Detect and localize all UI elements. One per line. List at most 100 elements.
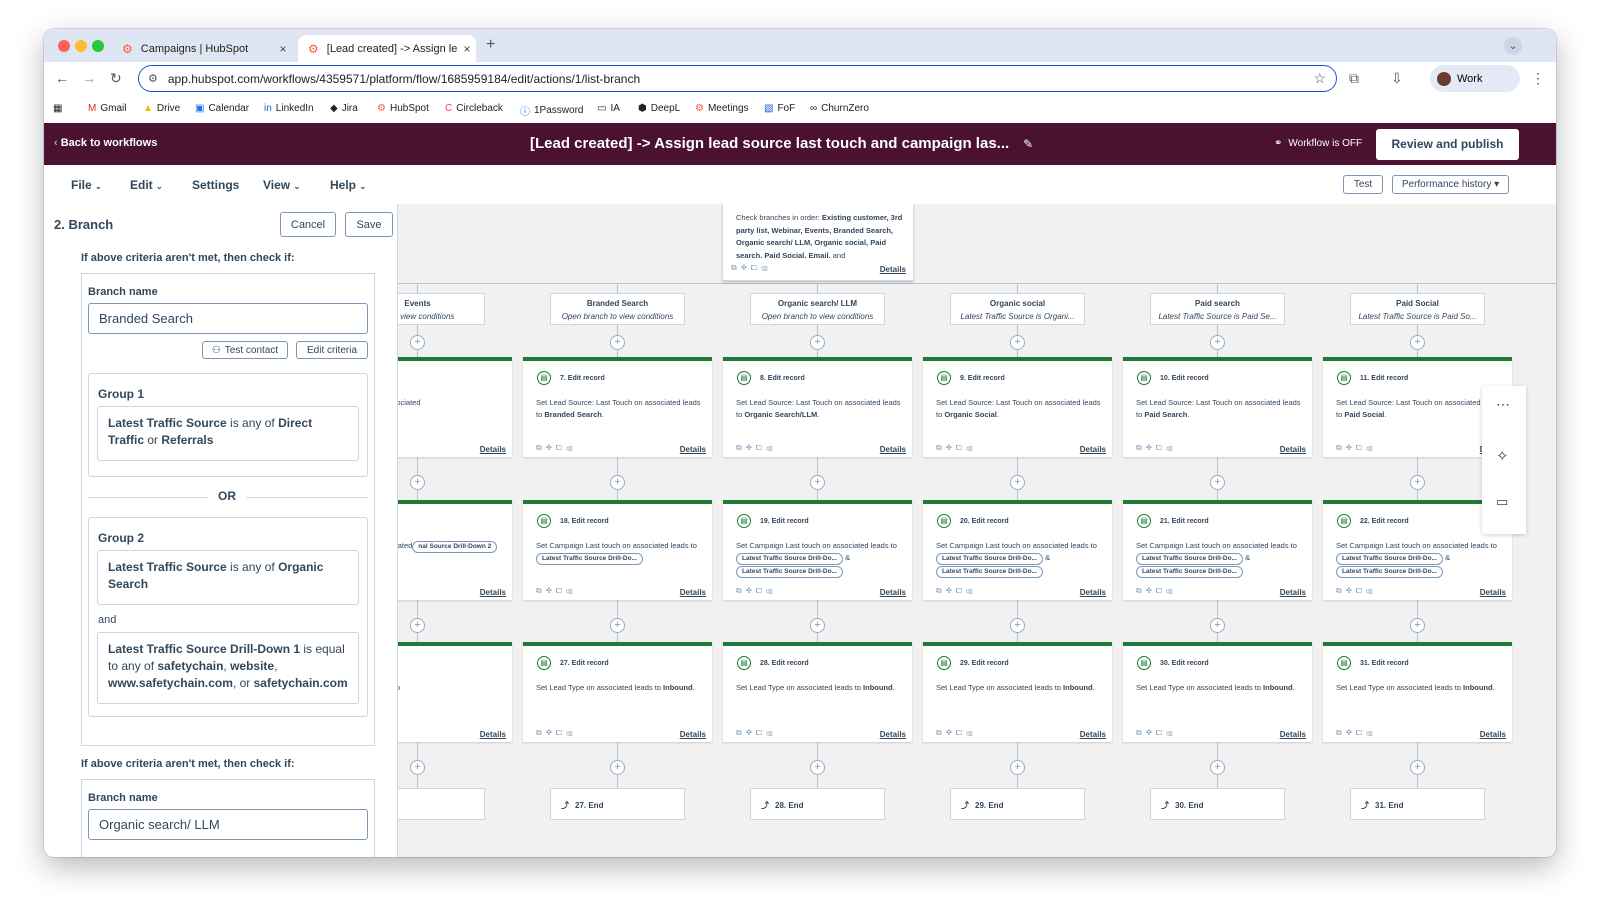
edit-record-action[interactable]: ▤ 21. Edit record Set Campaign Last touc… [1123,500,1312,600]
node-actions[interactable]: ⧉✥⧠⌫ [731,263,771,273]
details-link[interactable]: Details [880,445,906,454]
workflow-canvas[interactable]: Check branches in order: Existing custom… [397,204,1556,857]
action-toolbar[interactable]: ⧉✥⧠⌫ [936,443,976,453]
edit-record-action[interactable]: ▤ rd Last Touch on associated ⧉✥⧠⌫ Detai… [397,357,512,457]
edit-record-action[interactable]: ▤ 8. Edit record Set Lead Source: Last T… [723,357,912,457]
edit-record-action[interactable]: ▤ 20. Edit record Set Campaign Last touc… [923,500,1112,600]
add-action-button[interactable]: + [610,475,625,490]
action-toolbar[interactable]: ⧉✥⧠⌫ [936,586,976,596]
details-link[interactable]: Details [680,588,706,597]
add-action-button[interactable]: + [1010,760,1025,775]
performance-history-button[interactable]: Performance history ▾ [1392,175,1509,194]
bookmark-hubspot[interactable]: ⚙ HubSpot [377,103,429,114]
filter-condition[interactable]: Latest Traffic Source Drill-Down 1 is eq… [97,632,359,704]
branch-header[interactable]: Organic search/ LLM Open branch to view … [750,293,885,325]
action-toolbar[interactable]: ⧉✥⧠⌫ [736,728,776,738]
bookmark-deepl[interactable]: ⬢ DeepL [638,103,680,114]
browser-tab-active[interactable]: ⚙ [Lead created] -> Assign lead × [298,35,476,62]
details-link[interactable]: Details [480,730,506,739]
end-node[interactable]: ⤴ 28. End [750,788,885,820]
branch-header[interactable]: Paid Social Latest Traffic Source is Pai… [1350,293,1485,325]
ai-sparkle-icon[interactable]: ✧ [1496,447,1509,465]
action-toolbar[interactable]: ⧉✥⧠⌫ [736,586,776,596]
bookmark-1password[interactable]: ⓘ 1Password [520,103,583,118]
bookmark-churnzero[interactable]: ∞ ChurnZero [810,103,869,114]
add-action-button[interactable]: + [1410,618,1425,633]
add-action-button[interactable]: + [410,618,425,633]
settings-menu[interactable]: Settings [192,178,239,192]
branch-header[interactable]: Paid search Latest Traffic Source is Pai… [1150,293,1285,325]
details-link[interactable]: Details [480,445,506,454]
branch-node[interactable]: Check branches in order: Existing custom… [723,204,913,281]
add-action-button[interactable]: + [1410,475,1425,490]
address-bar[interactable]: ⚙ app.hubspot.com/workflows/4359571/plat… [138,65,1337,92]
branch-header[interactable]: Events ch to view conditions [397,293,485,325]
bookmark-star-icon[interactable]: ☆ [1313,70,1326,87]
bookmark-fof[interactable]: ▧ FoF [764,103,795,114]
bookmark-calendar[interactable]: ▣ Calendar [195,103,249,114]
add-action-button[interactable]: + [610,618,625,633]
action-toolbar[interactable]: ⧉✥⧠⌫ [1336,586,1376,596]
details-link[interactable]: Details [1280,445,1306,454]
apps-icon[interactable]: ▦ [53,103,62,114]
filter-condition[interactable]: Latest Traffic Source is any of Direct T… [97,406,359,461]
action-toolbar[interactable]: ⧉✥⧠⌫ [1336,443,1376,453]
edit-record-action[interactable]: ▤ 30. Edit record Set Lead Type on assoc… [1123,642,1312,742]
file-menu[interactable]: File ⌄ [71,178,102,192]
add-action-button[interactable]: + [810,335,825,350]
bookmark-linkedin[interactable]: in LinkedIn [264,103,314,114]
filter-condition[interactable]: Latest Traffic Source is any of Organic … [97,550,359,605]
test-button[interactable]: Test [1343,175,1383,194]
site-settings-icon[interactable]: ⚙ [148,72,158,85]
review-and-publish-button[interactable]: Review and publish [1376,129,1519,160]
edit-record-action[interactable]: ▤ 31. Edit record Set Lead Type on assoc… [1323,642,1512,742]
end-node[interactable]: ⤴ 31. End [1350,788,1485,820]
tab-search-icon[interactable]: ⌄ [1504,37,1522,55]
branch-header[interactable]: Branded Search Open branch to view condi… [550,293,685,325]
new-tab-icon[interactable]: + [486,36,495,54]
pencil-icon[interactable]: ✎ [1023,137,1033,151]
minimize-window-button[interactable] [75,40,87,52]
end-node[interactable]: ⤴ 27. End [550,788,685,820]
branch-header[interactable]: Organic social Latest Traffic Source is … [950,293,1085,325]
edit-record-action[interactable]: ▤ 28. Edit record Set Lead Type on assoc… [723,642,912,742]
edit-criteria-button[interactable]: Edit criteria [296,341,368,359]
bookmark-meetings[interactable]: ⚙ Meetings [695,103,749,114]
details-link[interactable]: Details [880,265,906,274]
action-toolbar[interactable]: ⧉✥⧠⌫ [1336,728,1376,738]
edit-record-action[interactable]: ▤ 19. Edit record Set Campaign Last touc… [723,500,912,600]
comments-icon[interactable]: ▭ [1496,494,1508,510]
edit-record-action[interactable]: ▤ 9. Edit record Set Lead Source: Last T… [923,357,1112,457]
downloads-icon[interactable]: ⇩ [1391,70,1403,87]
bookmark-gmail[interactable]: M Gmail [88,103,126,114]
action-toolbar[interactable]: ⧉✥⧠⌫ [536,586,576,596]
branch-name-input[interactable]: Organic search/ LLM [88,809,368,840]
add-action-button[interactable]: + [1410,760,1425,775]
action-toolbar[interactable]: ⧉✥⧠⌫ [1136,443,1176,453]
details-link[interactable]: Details [880,588,906,597]
save-button[interactable]: Save [345,212,393,237]
add-action-button[interactable]: + [810,618,825,633]
bookmark-drive[interactable]: ▲ Drive [143,103,180,114]
details-link[interactable]: Details [1480,588,1506,597]
browser-tab[interactable]: ⚙ Campaigns | HubSpot × [112,35,292,62]
zoom-window-button[interactable] [92,40,104,52]
add-action-button[interactable]: + [810,760,825,775]
close-window-button[interactable] [58,40,70,52]
edit-record-action[interactable]: ▤ 29. Edit record Set Lead Type on assoc… [923,642,1112,742]
edit-record-action[interactable]: ▤ 27. Edit record Set Lead Type on assoc… [523,642,712,742]
reload-icon[interactable]: ↻ [110,70,122,87]
add-action-button[interactable]: + [1010,618,1025,633]
view-menu[interactable]: View ⌄ [263,178,300,192]
add-action-button[interactable]: + [410,335,425,350]
add-action-button[interactable]: + [410,760,425,775]
more-icon[interactable]: ⋯ [1496,396,1510,413]
details-link[interactable]: Details [1280,730,1306,739]
end-node[interactable] [397,788,485,820]
edit-record-action[interactable]: ▤ 18. Edit record Set Campaign Last touc… [523,500,712,600]
add-action-button[interactable]: + [1010,475,1025,490]
edit-menu[interactable]: Edit ⌄ [130,178,163,192]
bookmark-circleback[interactable]: C Circleback [445,103,503,114]
bookmark-ia[interactable]: ▭ IA [597,103,620,114]
more-menu-icon[interactable]: ⋮ [1531,70,1545,87]
